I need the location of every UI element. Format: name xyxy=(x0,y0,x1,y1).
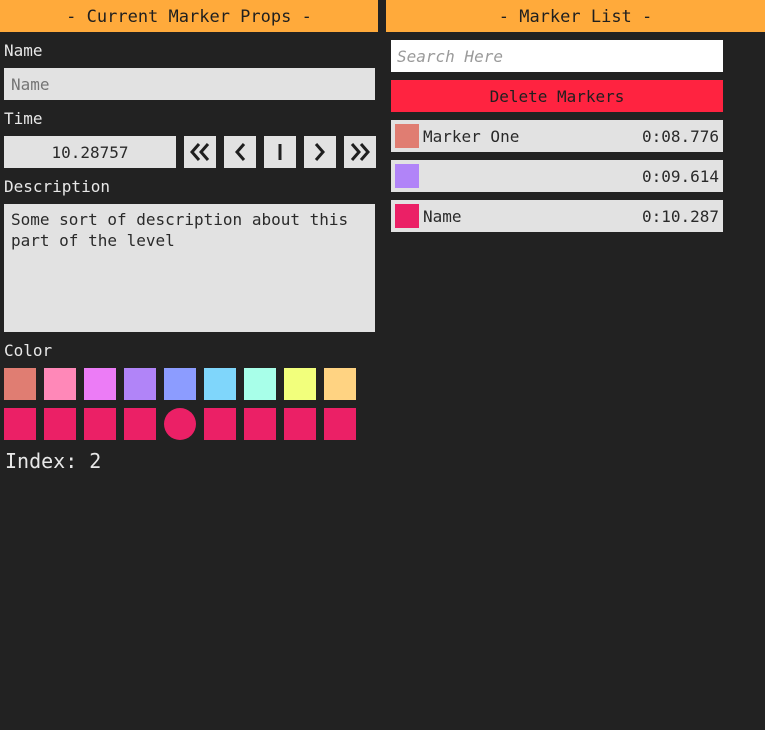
color-swatch[interactable] xyxy=(4,408,36,440)
color-swatch[interactable] xyxy=(324,368,356,400)
color-swatch[interactable] xyxy=(124,368,156,400)
color-swatch[interactable] xyxy=(124,408,156,440)
double-chevron-right-icon xyxy=(350,143,370,161)
delete-markers-button[interactable]: Delete Markers xyxy=(391,80,723,112)
props-panel-header: - Current Marker Props - xyxy=(0,0,378,32)
list-panel-header: - Marker List - xyxy=(386,0,765,32)
set-current-time-button[interactable] xyxy=(264,136,296,168)
description-textarea[interactable]: Some sort of description about this part… xyxy=(4,204,375,332)
marker-time: 0:10.287 xyxy=(641,207,719,226)
color-swatch[interactable] xyxy=(284,408,316,440)
color-swatch[interactable] xyxy=(84,408,116,440)
color-swatch[interactable] xyxy=(204,408,236,440)
marker-name: Marker One xyxy=(423,127,520,146)
marker-color-chip xyxy=(395,124,419,148)
color-swatch[interactable] xyxy=(284,368,316,400)
marker-row[interactable]: 0:09.614 xyxy=(391,160,723,192)
marker-time: 0:08.776 xyxy=(641,127,719,146)
chevron-right-icon xyxy=(314,143,325,161)
color-swatch[interactable] xyxy=(244,408,276,440)
color-swatch[interactable] xyxy=(44,408,76,440)
marker-color-chip xyxy=(395,164,419,188)
step-forward-button[interactable] xyxy=(304,136,336,168)
color-swatch[interactable] xyxy=(244,368,276,400)
name-input[interactable] xyxy=(4,68,375,100)
name-label: Name xyxy=(4,41,43,60)
bar-icon xyxy=(278,144,282,160)
description-label: Description xyxy=(4,177,110,196)
color-swatch[interactable] xyxy=(204,368,236,400)
time-label: Time xyxy=(4,109,43,128)
step-back-button[interactable] xyxy=(224,136,256,168)
marker-name: Name xyxy=(423,207,462,226)
color-swatch[interactable] xyxy=(324,408,356,440)
time-input[interactable] xyxy=(4,136,176,168)
marker-color-chip xyxy=(395,204,419,228)
color-label: Color xyxy=(4,341,53,360)
marker-time: 0:09.614 xyxy=(641,167,719,186)
color-swatch[interactable] xyxy=(84,368,116,400)
jump-start-button[interactable] xyxy=(184,136,216,168)
color-swatch[interactable] xyxy=(164,368,196,400)
marker-row[interactable]: Name 0:10.287 xyxy=(391,200,723,232)
color-swatch[interactable] xyxy=(44,368,76,400)
marker-row[interactable]: Marker One 0:08.776 xyxy=(391,120,723,152)
chevron-left-icon xyxy=(235,143,246,161)
jump-end-button[interactable] xyxy=(344,136,376,168)
color-swatch-selected[interactable] xyxy=(164,408,196,440)
color-swatch[interactable] xyxy=(4,368,36,400)
search-input[interactable] xyxy=(391,40,723,72)
double-chevron-left-icon xyxy=(190,143,210,161)
index-text: Index: 2 xyxy=(5,449,102,473)
